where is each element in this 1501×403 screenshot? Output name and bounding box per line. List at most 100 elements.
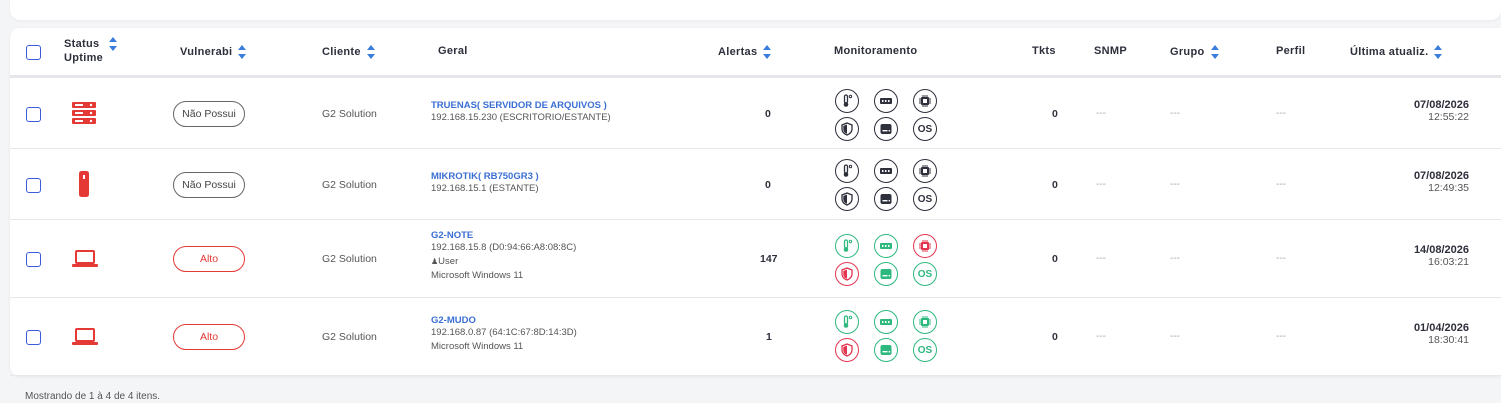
vulnerability-badge: Alto — [173, 246, 245, 272]
laptop-icon — [72, 250, 98, 273]
client-header-label: Cliente — [322, 45, 361, 58]
thermometer-icon[interactable] — [835, 159, 859, 183]
vulnerability-badge: Não Possui — [173, 172, 245, 198]
memory-icon[interactable] — [874, 89, 898, 113]
snmp-value: --- — [1096, 253, 1106, 264]
monitoring-header: Monitoramento — [834, 45, 917, 57]
profile-value: --- — [1276, 253, 1286, 264]
table-header: Status Uptime Vulnerabi Cliente Geral Al… — [10, 28, 1501, 78]
alerts-header[interactable]: Alertas — [718, 45, 772, 59]
router-icon — [79, 171, 89, 202]
shield-icon[interactable] — [835, 117, 859, 141]
status-uptime-header[interactable]: Status Uptime — [64, 37, 118, 65]
device-address: 192.168.0.87 (64:1C:67:8D:14:3D) — [431, 327, 577, 338]
device-name-link[interactable]: TRUENAS( SERVIDOR DE ARQUIVOS ) — [431, 100, 611, 111]
snmp-header: SNMP — [1094, 45, 1127, 57]
tickets-count: 0 — [1052, 331, 1058, 343]
table-row[interactable]: Não Possui G2 Solution MIKROTIK( RB750GR… — [10, 149, 1501, 220]
table-row[interactable]: Não Possui G2 Solution TRUENAS( SERVIDOR… — [10, 78, 1501, 149]
cpu-icon[interactable] — [913, 159, 937, 183]
device-user-label: User — [438, 256, 459, 267]
general-header-label: Geral — [438, 45, 468, 57]
device-name-link[interactable]: MIKROTIK( RB750GR3 ) — [431, 171, 539, 182]
shield-icon[interactable] — [835, 187, 859, 211]
row-checkbox[interactable] — [26, 330, 41, 345]
last-update-header-label: Última atualiz. — [1350, 45, 1429, 58]
device-address: 192.168.15.1 (ESTANTE) — [431, 183, 539, 194]
general-cell: G2-MUDO 192.168.0.87 (64:1C:67:8D:14:3D)… — [431, 315, 577, 354]
snmp-value: --- — [1096, 331, 1106, 342]
alerts-count: 1 — [766, 331, 772, 343]
client-cell: G2 Solution — [322, 253, 377, 265]
device-address: 192.168.15.230 (ESCRITORIO/ESTANTE) — [431, 112, 611, 123]
thermometer-icon[interactable] — [835, 310, 859, 334]
vulnerability-header[interactable]: Vulnerabi — [180, 45, 247, 59]
os-icon[interactable]: OS — [913, 338, 937, 362]
snmp-header-label: SNMP — [1094, 45, 1127, 57]
table-row[interactable]: Alto G2 Solution G2-MUDO 192.168.0.87 (6… — [10, 298, 1501, 376]
memory-icon[interactable] — [874, 234, 898, 258]
server-icon — [72, 102, 96, 129]
thermometer-icon[interactable] — [835, 89, 859, 113]
client-header[interactable]: Cliente — [322, 45, 375, 59]
table-row[interactable]: Alto G2 Solution G2-NOTE 192.168.15.8 (D… — [10, 220, 1501, 298]
memory-icon[interactable] — [874, 159, 898, 183]
last-update-header[interactable]: Última atualiz. — [1350, 45, 1443, 59]
profile-header-label: Perfil — [1276, 45, 1306, 57]
shield-icon[interactable] — [835, 262, 859, 286]
alerts-header-label: Alertas — [718, 45, 758, 58]
row-checkbox[interactable] — [26, 252, 41, 267]
profile-value: --- — [1276, 108, 1286, 119]
tickets-count: 0 — [1052, 108, 1058, 120]
cpu-icon[interactable] — [913, 310, 937, 334]
last-update-date: 01/04/2026 — [1413, 322, 1469, 334]
vulnerability-header-label: Vulnerabi — [180, 45, 233, 58]
tickets-count: 0 — [1052, 253, 1058, 265]
sort-icon[interactable] — [109, 37, 118, 52]
snmp-value: --- — [1096, 108, 1106, 119]
vulnerability-badge: Não Possui — [173, 101, 245, 127]
tickets-count: 0 — [1052, 179, 1058, 191]
last-update-time: 12:55:22 — [1428, 111, 1469, 123]
status-header-label: Status — [64, 38, 100, 50]
select-all-checkbox[interactable] — [26, 45, 41, 60]
thermometer-icon[interactable] — [835, 234, 859, 258]
memory-icon[interactable] — [874, 310, 898, 334]
group-header[interactable]: Grupo — [1170, 45, 1219, 59]
cpu-icon[interactable] — [913, 234, 937, 258]
disk-icon[interactable] — [874, 338, 898, 362]
sort-icon[interactable] — [238, 45, 247, 59]
uptime-header-label: Uptime — [64, 52, 104, 65]
shield-icon[interactable] — [835, 338, 859, 362]
os-icon[interactable]: OS — [913, 187, 937, 211]
device-name-link[interactable]: G2-NOTE — [431, 230, 576, 241]
os-icon[interactable]: OS — [913, 117, 937, 141]
last-update-time: 18:30:41 — [1428, 334, 1469, 346]
general-cell: TRUENAS( SERVIDOR DE ARQUIVOS ) 192.168.… — [431, 100, 611, 125]
tickets-header: Tkts — [1032, 45, 1056, 57]
last-update-cell: 07/08/2026 12:55:22 — [1370, 99, 1469, 123]
last-update-date: 14/08/2026 — [1413, 244, 1469, 256]
sort-icon[interactable] — [763, 45, 772, 59]
last-update-time: 16:03:21 — [1428, 256, 1469, 268]
row-checkbox[interactable] — [26, 178, 41, 193]
row-checkbox[interactable] — [26, 107, 41, 122]
group-value: --- — [1170, 253, 1180, 264]
device-name-link[interactable]: G2-MUDO — [431, 315, 577, 326]
last-update-date: 07/08/2026 — [1413, 170, 1469, 182]
device-user: ♟User — [431, 255, 576, 269]
client-cell: G2 Solution — [322, 331, 377, 343]
group-value: --- — [1170, 108, 1180, 119]
cpu-icon[interactable] — [913, 89, 937, 113]
sort-icon[interactable] — [366, 45, 375, 59]
sort-icon[interactable] — [1210, 45, 1219, 59]
alerts-count: 147 — [760, 253, 778, 265]
disk-icon[interactable] — [874, 262, 898, 286]
devices-table: Status Uptime Vulnerabi Cliente Geral Al… — [10, 28, 1501, 376]
sort-icon[interactable] — [1434, 45, 1443, 59]
group-header-label: Grupo — [1170, 45, 1205, 58]
os-icon[interactable]: OS — [913, 262, 937, 286]
disk-icon[interactable] — [874, 117, 898, 141]
profile-header: Perfil — [1276, 45, 1305, 57]
disk-icon[interactable] — [874, 187, 898, 211]
